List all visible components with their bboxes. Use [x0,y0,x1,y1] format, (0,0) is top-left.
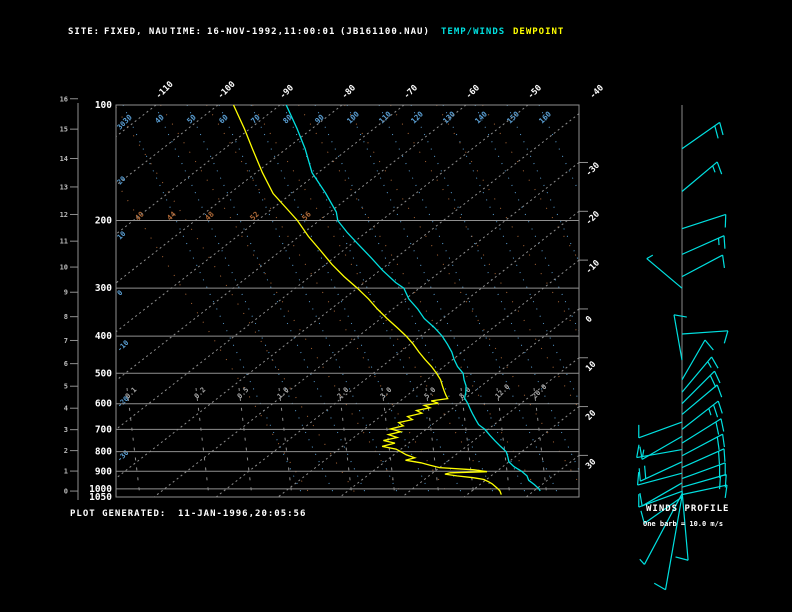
winds-profile-legend: One barb = 10.0 m/s [643,520,724,528]
svg-text:-10: -10 [584,258,602,276]
svg-text:7: 7 [64,337,68,345]
svg-text:110: 110 [377,109,393,125]
svg-text:900: 900 [95,466,112,477]
svg-text:0: 0 [584,314,595,325]
svg-text:60: 60 [217,112,230,125]
svg-text:11: 11 [60,238,68,246]
svg-text:3: 3 [64,426,68,434]
svg-text:0: 0 [116,289,125,298]
svg-text:2: 2 [64,447,68,455]
svg-text:-20: -20 [584,209,602,227]
svg-text:20.0: 20.0 [531,383,549,401]
pressure-grid: 10020030040050060070080090010001050 [89,100,580,503]
svg-text:0.5: 0.5 [236,386,251,401]
svg-text:1: 1 [64,468,68,476]
svg-text:20: 20 [116,175,128,187]
svg-text:12.0: 12.0 [494,383,512,401]
svg-text:30: 30 [584,457,598,471]
svg-text:-30: -30 [584,161,602,179]
svg-text:8: 8 [64,313,68,321]
svg-text:0.2: 0.2 [193,386,208,401]
svg-text:3.0: 3.0 [379,386,394,401]
svg-text:100: 100 [345,109,361,125]
winds-profile-title: WINDS PROFILE [646,504,730,514]
svg-text:10: 10 [60,264,68,272]
svg-text:5.0: 5.0 [423,386,438,401]
svg-text:-100: -100 [216,80,238,102]
svg-text:5: 5 [64,383,68,391]
svg-text:130: 130 [441,109,457,125]
svg-text:300: 300 [95,283,112,294]
svg-text:120: 120 [409,109,425,125]
svg-text:14: 14 [60,155,68,163]
skewt-app-window: SITE: FIXED, NAU TIME: 16-NOV-1992,11:00… [0,0,792,612]
svg-text:10: 10 [584,360,598,374]
plot-generated-value: 11-JAN-1996,20:05:56 [178,509,307,519]
svg-text:600: 600 [95,399,112,410]
svg-text:-90: -90 [278,83,296,101]
svg-text:2.0: 2.0 [336,386,351,401]
svg-text:-110: -110 [154,80,176,102]
svg-text:40: 40 [153,112,166,125]
plot-generated-label: PLOT GENERATED: [70,509,167,519]
svg-text:10: 10 [116,230,128,242]
temperature-curve [285,104,541,492]
svg-text:70: 70 [249,112,262,125]
svg-text:50: 50 [185,112,198,125]
svg-text:12: 12 [60,211,68,219]
svg-text:140: 140 [473,109,489,125]
svg-text:16: 16 [60,95,68,103]
svg-text:20: 20 [584,408,598,422]
svg-text:-50: -50 [526,83,544,101]
svg-text:-80: -80 [340,83,358,101]
svg-text:100: 100 [95,100,112,111]
svg-text:-60: -60 [464,83,482,101]
height-axis-km: 012345678910111213141516 [60,95,79,500]
svg-text:15: 15 [60,126,68,134]
svg-text:4: 4 [64,405,68,413]
svg-text:1050: 1050 [89,492,112,503]
svg-text:0: 0 [64,488,68,496]
svg-text:400: 400 [95,331,112,342]
svg-text:90: 90 [313,112,326,125]
svg-text:800: 800 [95,447,112,458]
svg-text:500: 500 [95,368,112,379]
svg-text:-70: -70 [402,83,420,101]
svg-text:200: 200 [95,216,112,227]
moist-adiabats: 40 44 48 52 56 [115,104,580,498]
svg-text:160: 160 [537,109,553,125]
svg-text:6: 6 [64,360,68,368]
wind-barbs [636,105,729,591]
svg-text:13: 13 [60,183,68,191]
svg-text:0.1: 0.1 [124,386,139,401]
svg-text:-30: -30 [116,449,131,464]
svg-text:9: 9 [64,289,68,297]
svg-text:-10: -10 [116,339,131,354]
svg-text:700: 700 [95,424,112,435]
isotherm-labels: -110 -100 -90 -80 -70 -60 -50 -40-30-20-1001020… [154,80,606,472]
svg-text:-40: -40 [588,83,606,101]
dry-adiabats: 30 40 50 60 70 80 90 100 110 120 130 140 150 16030201… [116,104,580,498]
dewpoint-curve [232,104,502,495]
isotherms [115,104,580,498]
svg-text:1.0: 1.0 [276,386,291,401]
